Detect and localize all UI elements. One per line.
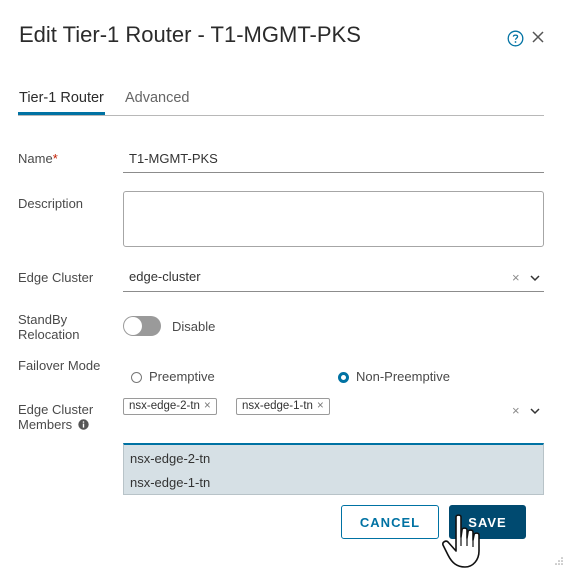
clear-icon[interactable]: × bbox=[512, 270, 520, 285]
clear-members-icon[interactable]: × bbox=[512, 403, 520, 418]
description-label: Description bbox=[18, 196, 84, 211]
radio-non-preemptive[interactable] bbox=[338, 372, 349, 383]
standby-relocation-label: StandBy Relocation bbox=[18, 312, 80, 342]
resize-grip-icon[interactable] bbox=[554, 556, 564, 566]
hand-pointer-icon bbox=[442, 514, 480, 568]
tab-divider bbox=[18, 115, 544, 116]
name-input[interactable]: T1-MGMT-PKS bbox=[123, 146, 544, 173]
toggle-knob bbox=[124, 317, 142, 335]
standby-relocation-state: Disable bbox=[172, 319, 216, 334]
radio-preemptive[interactable] bbox=[131, 372, 142, 383]
required-marker: * bbox=[52, 151, 58, 166]
help-circle-icon[interactable] bbox=[507, 30, 524, 47]
member-chip: nsx-edge-2-tn × bbox=[123, 398, 217, 415]
edge-cluster-select[interactable]: edge-cluster × bbox=[123, 263, 544, 292]
remove-chip-icon[interactable]: × bbox=[204, 400, 211, 412]
chevron-down-icon[interactable] bbox=[529, 272, 541, 284]
chevron-down-icon[interactable] bbox=[529, 405, 541, 417]
member-chip: nsx-edge-1-tn × bbox=[236, 398, 330, 415]
dropdown-option[interactable]: nsx-edge-1-tn bbox=[130, 475, 210, 490]
tab-tier1-router[interactable]: Tier-1 Router bbox=[19, 90, 104, 106]
dropdown-option[interactable]: nsx-edge-2-tn bbox=[130, 451, 210, 466]
members-dropdown: nsx-edge-2-tn nsx-edge-1-tn bbox=[123, 443, 544, 495]
failover-mode-label: Failover Mode bbox=[18, 358, 101, 373]
tab-advanced[interactable]: Advanced bbox=[125, 90, 190, 106]
description-field[interactable] bbox=[123, 191, 544, 247]
edge-cluster-label: Edge Cluster bbox=[18, 270, 94, 285]
name-input-value: T1-MGMT-PKS bbox=[129, 151, 218, 166]
radio-non-preemptive-label[interactable]: Non-Preemptive bbox=[356, 369, 450, 384]
dialog-title: Edit Tier-1 Router - T1-MGMT-PKS bbox=[19, 22, 361, 47]
edge-cluster-members-label: Edge Cluster Members bbox=[18, 402, 94, 432]
standby-relocation-toggle[interactable] bbox=[123, 316, 161, 336]
name-label: Name* bbox=[18, 151, 58, 166]
edge-cluster-value: edge-cluster bbox=[129, 269, 201, 284]
info-icon[interactable] bbox=[78, 419, 89, 430]
radio-preemptive-label[interactable]: Preemptive bbox=[149, 369, 215, 384]
remove-chip-icon[interactable]: × bbox=[317, 400, 324, 412]
close-icon[interactable] bbox=[530, 29, 546, 45]
cancel-button[interactable]: CANCEL bbox=[341, 505, 439, 539]
